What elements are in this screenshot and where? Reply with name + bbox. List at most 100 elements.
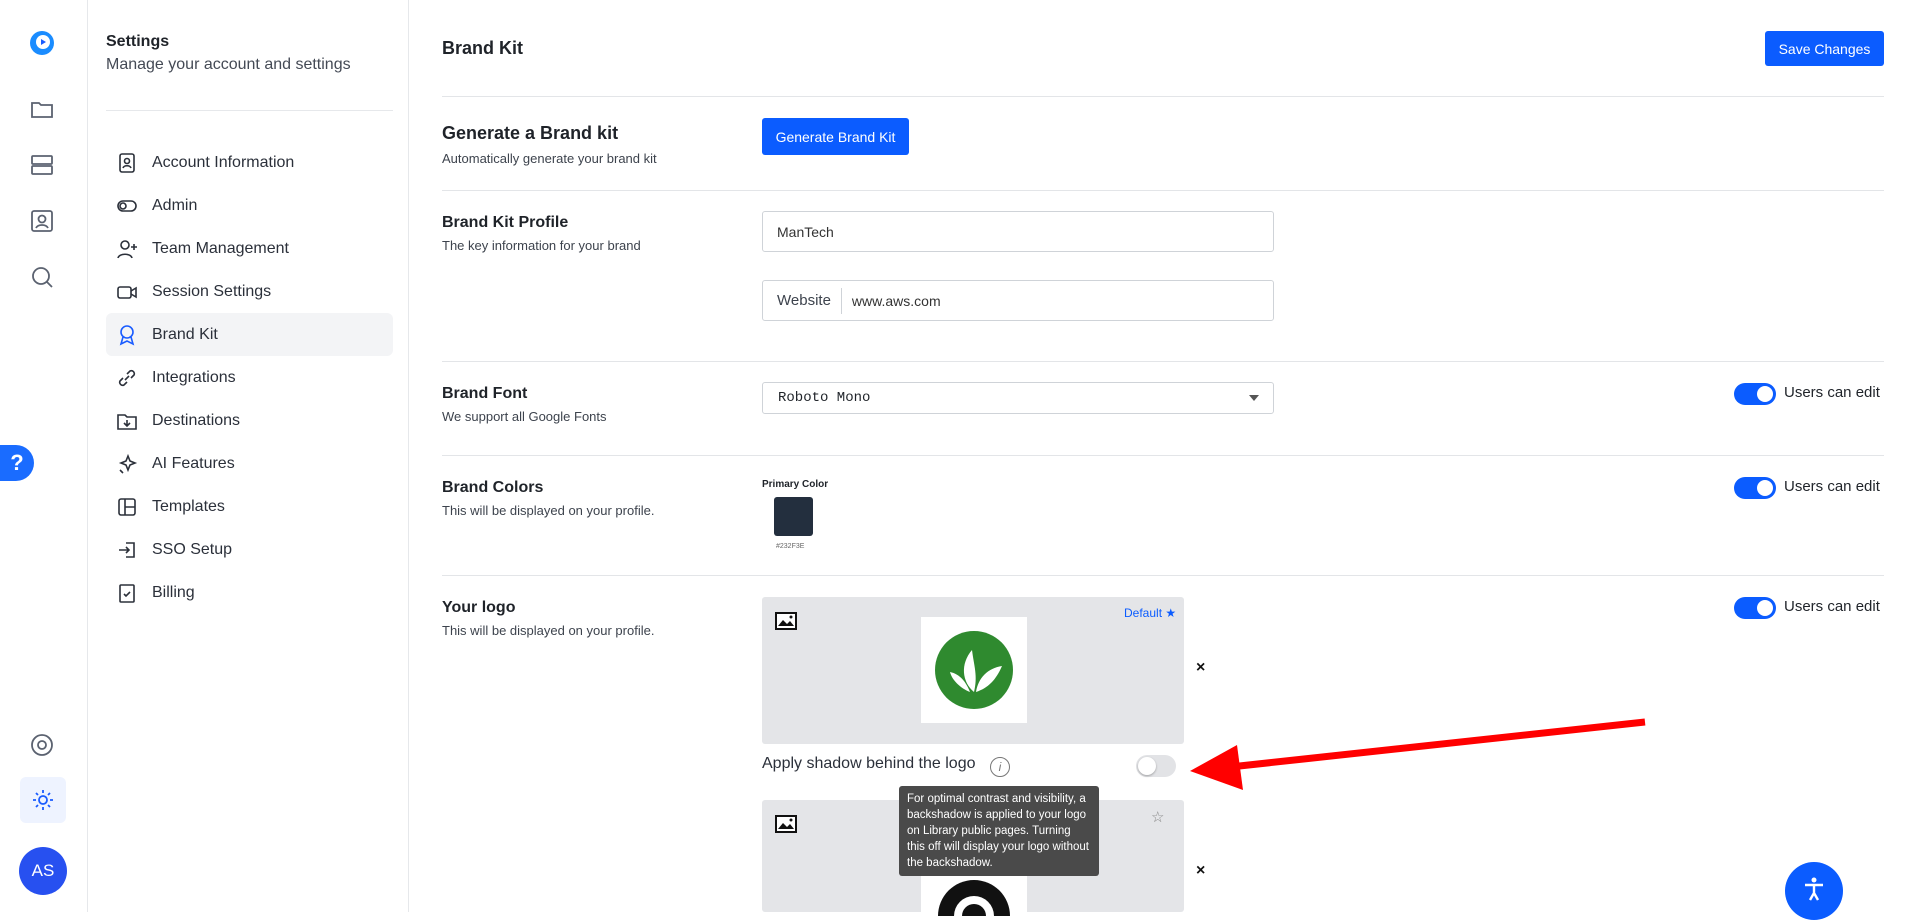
sidebar-item-label: Session Settings xyxy=(152,282,272,300)
font-desc: We support all Google Fonts xyxy=(442,409,607,424)
sidebar-subtitle: Manage your account and settings xyxy=(106,56,351,73)
sidebar-item-billing[interactable]: Billing xyxy=(106,571,393,614)
sign-in-icon xyxy=(119,541,135,558)
brand-font-select[interactable]: Roboto Mono xyxy=(762,382,1274,414)
brand-kit-page: Brand Kit Save Changes Generate a Brand … xyxy=(410,0,1905,920)
sidebar-item-label: Account Information xyxy=(152,153,295,171)
sidebar-item-destinations[interactable]: Destinations xyxy=(106,399,393,442)
contact-icon[interactable] xyxy=(26,205,58,237)
profile-title: Brand Kit Profile xyxy=(442,214,569,231)
font-title: Brand Font xyxy=(442,385,528,402)
folder-download-icon xyxy=(117,413,137,430)
sidebar-item-label: Billing xyxy=(152,583,195,601)
accessibility-button[interactable] xyxy=(1785,862,1843,920)
sidebar-item-label: AI Features xyxy=(152,454,235,472)
profile-desc: The key information for your brand xyxy=(442,238,641,253)
settings-gear-icon[interactable] xyxy=(20,777,66,823)
sidebar-item-label: SSO Setup xyxy=(152,540,233,558)
image-icon[interactable] xyxy=(774,611,798,631)
support-icon[interactable] xyxy=(26,729,58,761)
id-badge-icon xyxy=(119,152,135,173)
dark-logo-icon xyxy=(938,880,1010,916)
divider xyxy=(442,575,1884,576)
star-outline-icon[interactable]: ☆ xyxy=(1151,808,1164,826)
sidebar-item-label: Templates xyxy=(152,497,225,515)
logo-card-default: Default ★ xyxy=(762,597,1184,744)
avatar[interactable]: AS xyxy=(19,847,67,895)
divider xyxy=(442,455,1884,456)
settings-sidebar: Settings Manage your account and setting… xyxy=(89,0,409,912)
accessibility-icon xyxy=(1805,877,1823,901)
invoice-check-icon xyxy=(119,583,135,603)
sidebar-item-label: Brand Kit xyxy=(152,325,218,343)
sidebar-item-ai-features[interactable]: AI Features xyxy=(106,442,393,485)
website-input[interactable]: Website www.aws.com xyxy=(762,280,1274,321)
logo-title: Your logo xyxy=(442,599,516,616)
logo-users-edit-label: Users can edit xyxy=(1784,598,1880,615)
default-badge[interactable]: Default ★ xyxy=(1124,606,1176,620)
sidebar-item-sso-setup[interactable]: SSO Setup xyxy=(106,528,393,571)
website-value: www.aws.com xyxy=(851,292,941,309)
colors-users-edit-label: Users can edit xyxy=(1784,478,1880,495)
brand-name-input[interactable]: ManTech xyxy=(762,211,1274,252)
help-button[interactable]: ? xyxy=(0,445,34,481)
storage-icon[interactable] xyxy=(26,149,58,181)
search-icon[interactable] xyxy=(26,261,58,293)
sidebar-item-account-information[interactable]: Account Information xyxy=(106,141,393,184)
folder-icon[interactable] xyxy=(26,93,58,125)
generate-desc: Automatically generate your brand kit xyxy=(442,151,657,166)
logo-image xyxy=(921,617,1027,723)
shadow-label: Apply shadow behind the logo xyxy=(762,755,976,772)
shadow-tooltip: For optimal contrast and visibility, a b… xyxy=(899,786,1099,876)
sidebar-item-label: Team Management xyxy=(152,239,289,257)
divider xyxy=(106,110,393,111)
award-icon xyxy=(119,324,135,346)
generate-brand-kit-button[interactable]: Generate Brand Kit xyxy=(762,118,909,155)
brand-font-value: Roboto Mono xyxy=(778,390,871,406)
save-changes-button[interactable]: Save Changes xyxy=(1765,31,1884,66)
sidebar-item-session-settings[interactable]: Session Settings xyxy=(106,270,393,313)
generate-title: Generate a Brand kit xyxy=(442,123,619,143)
remove-logo-button[interactable]: × xyxy=(1196,659,1205,677)
sidebar-item-label: Admin xyxy=(152,196,198,214)
app-rail: ? AS xyxy=(0,0,88,912)
logo-image xyxy=(921,876,1027,916)
leaf-logo-icon xyxy=(935,631,1013,709)
website-prefix: Website xyxy=(777,287,842,314)
image-icon[interactable] xyxy=(774,814,798,834)
settings-nav: Account Information Admin Team Managemen… xyxy=(106,141,393,614)
toggle-icon xyxy=(117,199,137,212)
layout-icon xyxy=(118,497,136,516)
user-plus-icon xyxy=(117,239,137,258)
sidebar-item-brand-kit[interactable]: Brand Kit xyxy=(106,313,393,356)
font-users-edit-toggle[interactable] xyxy=(1734,383,1776,405)
sidebar-item-label: Integrations xyxy=(152,368,236,386)
page-title: Brand Kit xyxy=(442,38,523,58)
divider xyxy=(442,190,1884,191)
primary-color-hex: #232F3E xyxy=(776,543,805,550)
primary-color-swatch[interactable] xyxy=(774,497,813,536)
sidebar-item-admin[interactable]: Admin xyxy=(106,184,393,227)
colors-title: Brand Colors xyxy=(442,479,544,496)
colors-desc: This will be displayed on your profile. xyxy=(442,503,655,518)
logo-desc: This will be displayed on your profile. xyxy=(442,623,655,638)
info-icon[interactable]: i xyxy=(990,757,1010,777)
font-users-edit-label: Users can edit xyxy=(1784,384,1880,401)
sidebar-item-integrations[interactable]: Integrations xyxy=(106,356,393,399)
primary-color-label: Primary Color xyxy=(762,479,829,490)
app-logo-icon[interactable] xyxy=(26,27,58,59)
chevron-down-icon xyxy=(1249,395,1259,401)
sidebar-item-team-management[interactable]: Team Management xyxy=(106,227,393,270)
divider xyxy=(442,361,1884,362)
logo-users-edit-toggle[interactable] xyxy=(1734,597,1776,619)
sidebar-item-templates[interactable]: Templates xyxy=(106,485,393,528)
divider xyxy=(442,96,1884,97)
sidebar-title: Settings xyxy=(106,33,170,50)
logo-shadow-toggle[interactable] xyxy=(1136,755,1176,777)
remove-logo-button[interactable]: × xyxy=(1196,862,1205,880)
sparkles-icon xyxy=(118,453,138,474)
sidebar-item-label: Destinations xyxy=(152,411,241,429)
link-icon xyxy=(118,369,136,386)
colors-users-edit-toggle[interactable] xyxy=(1734,477,1776,499)
video-camera-icon xyxy=(117,285,137,299)
